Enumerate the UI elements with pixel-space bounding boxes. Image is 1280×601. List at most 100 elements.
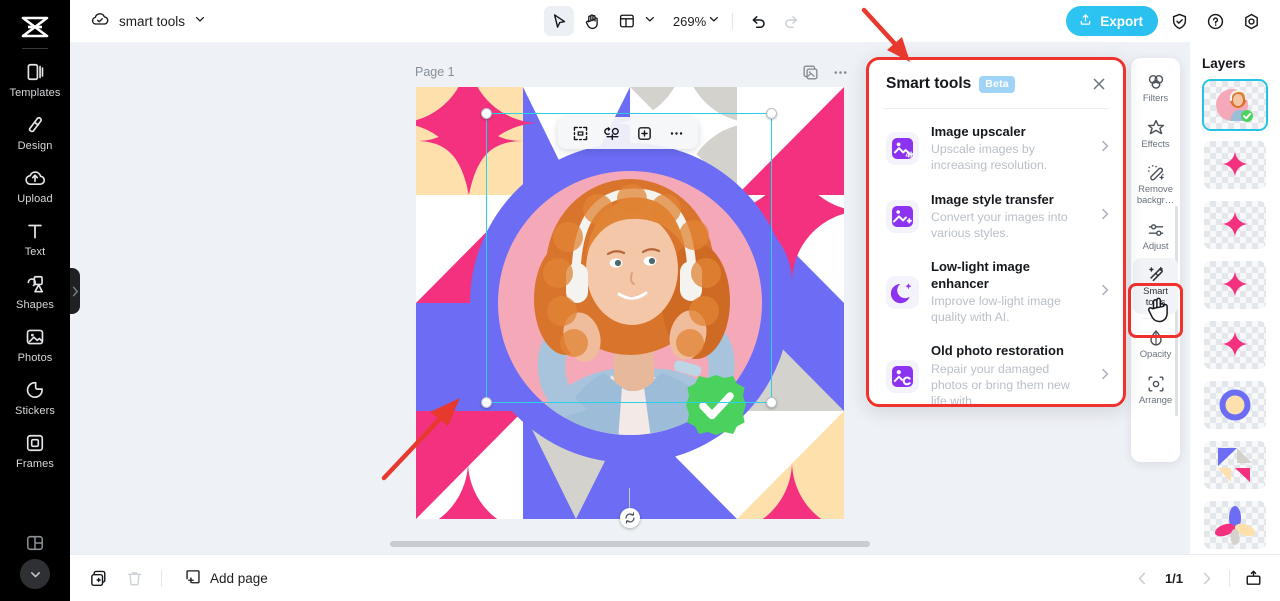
upload-icon	[1078, 12, 1093, 30]
sidebar-item-design[interactable]: Design	[0, 106, 70, 159]
replace-image-icon[interactable]	[630, 120, 658, 146]
smart-tools-panel: Smart tools Beta 4K Image upscaler Upscale…	[866, 57, 1126, 407]
layer-triangles[interactable]	[1204, 441, 1266, 489]
bottombar-left: Add page	[85, 565, 268, 591]
tool-button-opacity[interactable]: Opacity	[1133, 321, 1178, 367]
shield-check-icon[interactable]	[1164, 6, 1194, 36]
sidebar-expand-handle[interactable]	[70, 268, 80, 314]
chevron-right-icon[interactable]	[1098, 367, 1112, 386]
redo-button[interactable]	[776, 6, 806, 36]
document-title-group[interactable]: smart tools	[90, 9, 206, 34]
smart-tool-item-low-light-image-enhancer[interactable]: Low-light image enhancer Improve low-ligh…	[866, 250, 1126, 334]
tool-button-adjust[interactable]: Adjust	[1133, 213, 1178, 259]
tool-button-effects[interactable]: Effects	[1133, 111, 1178, 157]
element-floating-toolbar	[558, 117, 698, 149]
beta-badge: Beta	[979, 75, 1015, 93]
smart-tool-name: Low-light image enhancer	[931, 259, 1030, 291]
artboard[interactable]	[416, 87, 844, 519]
sidebar-item-frames[interactable]: Frames	[0, 424, 70, 477]
smart-tools-list: 4K Image upscaler Upscale images by increa…	[866, 109, 1126, 407]
crop-icon[interactable]	[566, 120, 594, 146]
layout-chevron-down-icon[interactable]	[644, 12, 656, 30]
smart-tool-text: Low-light image enhancer Improve low-ligh…	[931, 259, 1086, 325]
left-sidebar: Templates Design Upload Text Shapes Photos Sti…	[0, 0, 70, 601]
toolbar-divider	[732, 13, 734, 29]
sidebar-item-photos[interactable]: Photos	[0, 318, 70, 371]
layer-star-4[interactable]	[1204, 321, 1266, 369]
smart-tool-text: Image upscaler Upscale images by increasi…	[931, 124, 1086, 174]
tool-button-filters[interactable]: Filters	[1133, 65, 1178, 111]
layer-circle[interactable]	[1204, 381, 1266, 429]
tool-button-remove-backgr[interactable]: Remove backgr…	[1133, 156, 1178, 212]
layer-star-3[interactable]	[1204, 261, 1266, 309]
close-icon[interactable]	[1088, 73, 1110, 95]
add-page-button[interactable]: Add page	[184, 568, 268, 589]
tool-button-arrange[interactable]: Arrange	[1133, 367, 1178, 413]
canvas-horizontal-scrollbar[interactable]	[390, 541, 870, 547]
old-photo-restoration-icon	[886, 359, 919, 393]
opacity-drop-icon	[1146, 328, 1166, 348]
smart-tool-text: Image style transfer Convert your images …	[931, 192, 1086, 242]
tool-button-smart-tools[interactable]: Smart tools	[1133, 258, 1178, 315]
rotate-handle[interactable]	[620, 508, 640, 528]
sidebar-item-label: Shapes	[16, 299, 54, 311]
help-circle-icon[interactable]	[1200, 6, 1230, 36]
settings-gear-icon[interactable]	[1236, 6, 1266, 36]
sidebar-item-label: Frames	[16, 458, 54, 470]
prev-page-button[interactable]	[1129, 565, 1155, 591]
flip-icon[interactable]	[598, 120, 626, 146]
sidebar-item-shapes[interactable]: Shapes	[0, 265, 70, 318]
adjust-sliders-icon	[1146, 220, 1166, 240]
layout-grid-icon[interactable]	[612, 6, 642, 36]
page-label: Page 1	[415, 65, 455, 79]
next-page-button[interactable]	[1193, 565, 1219, 591]
arrange-icon	[1146, 374, 1166, 394]
sidebar-collapse-button[interactable]	[20, 559, 50, 589]
smart-tool-name: Image upscaler	[931, 124, 1026, 139]
chevron-right-icon[interactable]	[1098, 207, 1112, 226]
undo-button[interactable]	[743, 6, 773, 36]
smart-tool-item-old-photo-restoration[interactable]: Old photo restoration Repair your damaged…	[866, 334, 1126, 407]
more-panels-icon[interactable]	[26, 534, 44, 557]
sidebar-item-label: Text	[24, 246, 46, 258]
smart-tool-desc: Improve low-light image quality with AI.	[931, 293, 1061, 325]
tools-strip-divider	[1142, 318, 1169, 320]
smart-tool-item-image-upscaler[interactable]: 4K Image upscaler Upscale images by increa…	[866, 115, 1126, 183]
smart-tool-item-image-style-transfer[interactable]: Image style transfer Convert your images …	[866, 183, 1126, 251]
trash-icon[interactable]	[121, 565, 147, 591]
smart-tool-text: Old photo restoration Repair your damaged…	[931, 343, 1086, 407]
page-more-options-icon[interactable]	[830, 62, 850, 82]
select-tool[interactable]	[543, 6, 574, 36]
image-upscaler-4k-icon: 4K	[886, 132, 919, 166]
hand-tool[interactable]	[577, 6, 607, 36]
more-options-icon[interactable]	[662, 120, 690, 146]
chevron-right-icon[interactable]	[1098, 139, 1112, 158]
bottombar-divider-right	[1229, 569, 1230, 587]
document-title: smart tools	[119, 13, 186, 29]
sidebar-item-text[interactable]: Text	[0, 212, 70, 265]
present-icon[interactable]	[1240, 565, 1266, 591]
duplicate-icon[interactable]	[85, 565, 111, 591]
sidebar-item-upload[interactable]: Upload	[0, 159, 70, 212]
sidebar-item-stickers[interactable]: Stickers	[0, 371, 70, 424]
tool-button-label: Smart tools	[1143, 286, 1168, 308]
layer-star-2[interactable]	[1204, 201, 1266, 249]
layer-portrait[interactable]	[1202, 79, 1268, 131]
export-label: Export	[1100, 13, 1143, 29]
export-button[interactable]: Export	[1066, 6, 1158, 36]
page-tools	[800, 62, 850, 82]
zoom-control[interactable]: 269%	[661, 12, 722, 30]
capcut-logo[interactable]	[15, 12, 55, 42]
remove-background-icon	[1146, 163, 1166, 183]
layers-title: Layers	[1202, 56, 1246, 71]
smart-tool-desc: Convert your images into various styles.	[931, 209, 1068, 241]
sidebar-item-templates[interactable]: Templates	[0, 53, 70, 106]
image-style-transfer-icon	[886, 200, 919, 234]
duplicate-page-icon[interactable]	[800, 62, 820, 82]
layout-tool[interactable]	[610, 6, 658, 36]
zoom-chevron-down-icon[interactable]	[708, 12, 720, 30]
layer-petals[interactable]	[1204, 501, 1266, 549]
layer-star-1[interactable]	[1204, 141, 1266, 189]
chevron-down-icon[interactable]	[194, 12, 206, 30]
chevron-right-icon[interactable]	[1098, 283, 1112, 302]
